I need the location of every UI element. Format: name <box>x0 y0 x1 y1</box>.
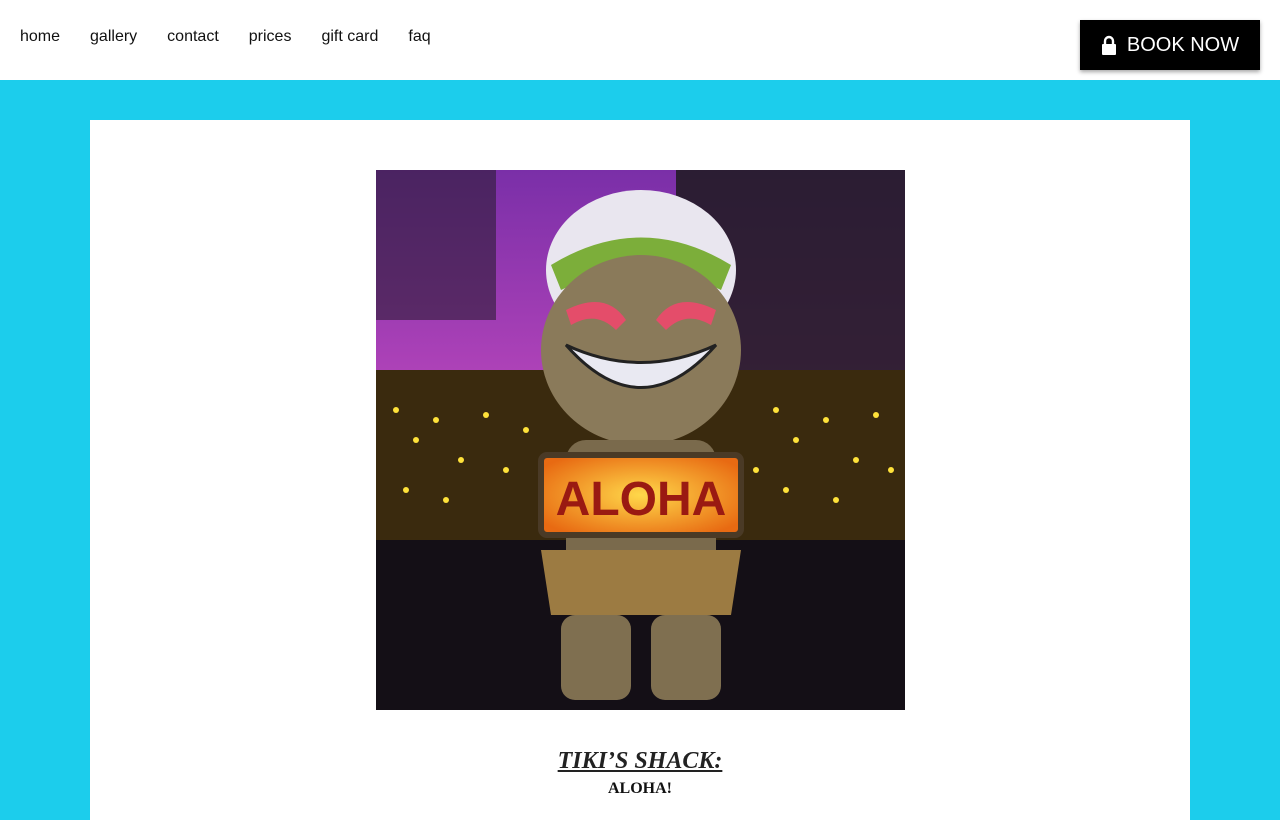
lock-icon <box>1101 35 1116 55</box>
content-card: ALOHA TIKI’S SHACK: ALOHA! <box>90 120 1190 820</box>
nav-gift-card[interactable]: gift card <box>321 27 378 47</box>
page-title: TIKI’S SHACK: <box>557 748 723 774</box>
top-header: home gallery contact prices gift card fa… <box>0 0 1280 80</box>
tiki-statue-image: ALOHA <box>376 170 905 710</box>
nav-home[interactable]: home <box>20 27 60 47</box>
nav-faq[interactable]: faq <box>408 27 430 47</box>
nav-contact[interactable]: contact <box>167 27 219 47</box>
book-now-button[interactable]: BOOK NOW <box>1080 20 1260 70</box>
nav-gallery[interactable]: gallery <box>90 27 137 47</box>
aloha-sign-text: ALOHA <box>556 473 727 526</box>
book-now-label: BOOK NOW <box>1126 33 1240 56</box>
page-subtitle: ALOHA! <box>608 780 672 797</box>
nav-prices[interactable]: prices <box>249 27 292 47</box>
main-nav: home gallery contact prices gift card fa… <box>20 27 461 47</box>
